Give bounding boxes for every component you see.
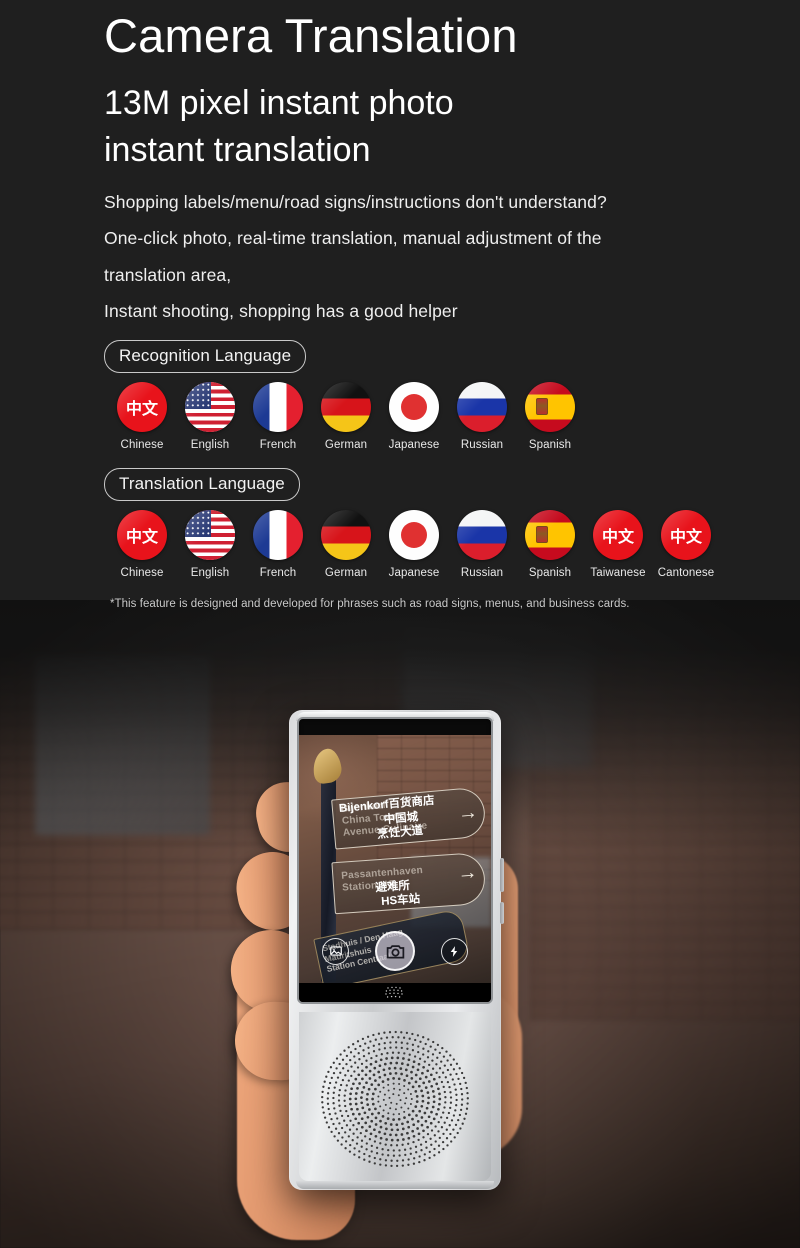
description-block: Shopping labels/menu/road signs/instruct… — [104, 191, 764, 321]
description-line-3: translation area, — [104, 264, 232, 285]
language-label: English — [190, 566, 230, 579]
language-option-english[interactable]: English — [176, 381, 244, 451]
language-label: German — [324, 566, 368, 579]
flag-glyph: 中文 — [669, 528, 702, 546]
flag-cn-icon: 中文 — [661, 509, 711, 560]
device-screen[interactable]: Stadhuis / Den Haag Mauritshuis Station … — [299, 719, 491, 1002]
language-option-spanish[interactable]: Spanish — [516, 509, 584, 579]
flag-glyph: 中文 — [601, 528, 634, 546]
subtitle-line-1: 13M pixel instant photo — [104, 83, 454, 122]
flag-ru-icon — [457, 509, 507, 560]
gallery-icon[interactable] — [322, 937, 349, 965]
language-option-russian[interactable]: Russian — [448, 381, 516, 451]
language-label: Spanish — [528, 566, 572, 579]
description-line-1: Shopping labels/menu/road signs/instruct… — [104, 191, 607, 212]
language-label: Cantonese — [657, 566, 715, 579]
ar-translated-text-2: 避难所 HS车站 — [338, 858, 420, 912]
flag-cn-icon: 中文 — [117, 381, 167, 432]
language-option-japanese[interactable]: Japanese — [380, 381, 448, 451]
language-option-german[interactable]: German — [312, 381, 380, 451]
flag-cn-icon: 中文 — [593, 509, 643, 560]
language-option-chinese[interactable]: 中文 Chinese — [108, 509, 176, 579]
flash-icon[interactable] — [441, 937, 468, 965]
language-label: Russian — [460, 438, 504, 451]
flag-us-icon — [185, 509, 235, 560]
us-canton — [185, 509, 211, 537]
language-option-spanish[interactable]: Spanish — [516, 381, 584, 451]
device-mic-area — [299, 983, 491, 1002]
flag-de-icon — [321, 509, 371, 560]
camera-viewfinder[interactable]: Stadhuis / Den Haag Mauritshuis Station … — [299, 735, 491, 983]
language-label: Chinese — [120, 438, 164, 451]
page-title: Camera Translation — [104, 9, 518, 62]
flag-de-icon — [321, 381, 371, 432]
language-label: English — [190, 438, 230, 451]
ar-translation-overlay-2[interactable]: Passantenhaven Station HS 避难所 HS车站 → — [331, 851, 487, 915]
language-label: French — [259, 438, 297, 451]
flag-fr-icon — [253, 509, 303, 560]
language-option-french[interactable]: French — [244, 381, 312, 451]
language-label: Japanese — [388, 438, 440, 451]
jp-sun-disc — [401, 521, 427, 548]
language-option-french[interactable]: French — [244, 509, 312, 579]
language-option-taiwanese[interactable]: 中文 Taiwanese — [584, 509, 652, 579]
language-option-japanese[interactable]: Japanese — [380, 509, 448, 579]
language-label: French — [259, 566, 297, 579]
camera-shutter-icon[interactable] — [375, 931, 415, 971]
flag-glyph: 中文 — [125, 528, 158, 546]
camera-controls — [299, 929, 491, 973]
flag-fr-icon — [253, 381, 303, 432]
language-option-english[interactable]: English — [176, 509, 244, 579]
language-option-chinese[interactable]: 中文 Chinese — [108, 381, 176, 451]
translation-language-pill: Translation Language — [104, 467, 300, 501]
device-bottom-edge — [296, 1181, 494, 1189]
flag-es-icon — [525, 381, 575, 432]
language-label: Spanish — [528, 438, 572, 451]
es-coat-of-arms — [536, 525, 548, 543]
description-line-4: Instant shooting, shopping has a good he… — [104, 301, 458, 321]
language-label: Russian — [460, 566, 504, 579]
ar-translated-text-1: Bijenkorf百货商店 中国城 烹饪大道 — [338, 794, 437, 845]
language-label: Chinese — [120, 566, 164, 579]
page-root: rfP wn ulinaire → haven s → orama Mesda … — [0, 0, 800, 1248]
es-coat-of-arms — [536, 397, 548, 415]
footnote-text: *This feature is designed and developed … — [110, 597, 630, 610]
language-label: German — [324, 438, 368, 451]
flag-glyph: 中文 — [125, 400, 158, 418]
recognition-language-pill: Recognition Language — [104, 339, 307, 373]
flag-es-icon — [525, 509, 575, 560]
translator-device: Stadhuis / Den Haag Mauritshuis Station … — [289, 710, 504, 1190]
language-label: Japanese — [388, 566, 440, 579]
flag-us-icon — [185, 381, 235, 432]
translation-language-list: 中文 Chinese English French German Japanese Russ… — [108, 509, 800, 579]
language-option-german[interactable]: German — [312, 509, 380, 579]
us-canton — [185, 381, 211, 409]
device-side-button[interactable] — [500, 858, 504, 892]
microphone-grid-icon — [385, 986, 403, 998]
arrow-right-icon: → — [456, 801, 479, 825]
device-side-button[interactable] — [500, 902, 504, 924]
page-subtitle: 13M pixel instant photo instant translat… — [104, 80, 664, 174]
speaker-dot-pattern — [321, 1030, 469, 1168]
language-option-cantonese[interactable]: 中文 Cantonese — [652, 509, 720, 579]
recognition-language-list: 中文 Chinese English French German Japanese Russ… — [108, 381, 800, 451]
language-label: Taiwanese — [590, 566, 646, 579]
flag-jp-icon — [389, 509, 439, 560]
language-option-russian[interactable]: Russian — [448, 509, 516, 579]
device-speaker-grille — [299, 1012, 491, 1181]
arrow-right-icon: → — [456, 861, 479, 885]
viewfinder-gold-bird-statue — [310, 747, 344, 785]
subtitle-line-2: instant translation — [104, 130, 371, 169]
flag-cn-icon: 中文 — [117, 509, 167, 560]
flag-jp-icon — [389, 381, 439, 432]
flag-ru-icon — [457, 381, 507, 432]
description-line-2: One-click photo, real-time translation, … — [104, 228, 602, 248]
jp-sun-disc — [401, 393, 427, 420]
marketing-content: Camera Translation 13M pixel instant pho… — [0, 0, 800, 610]
